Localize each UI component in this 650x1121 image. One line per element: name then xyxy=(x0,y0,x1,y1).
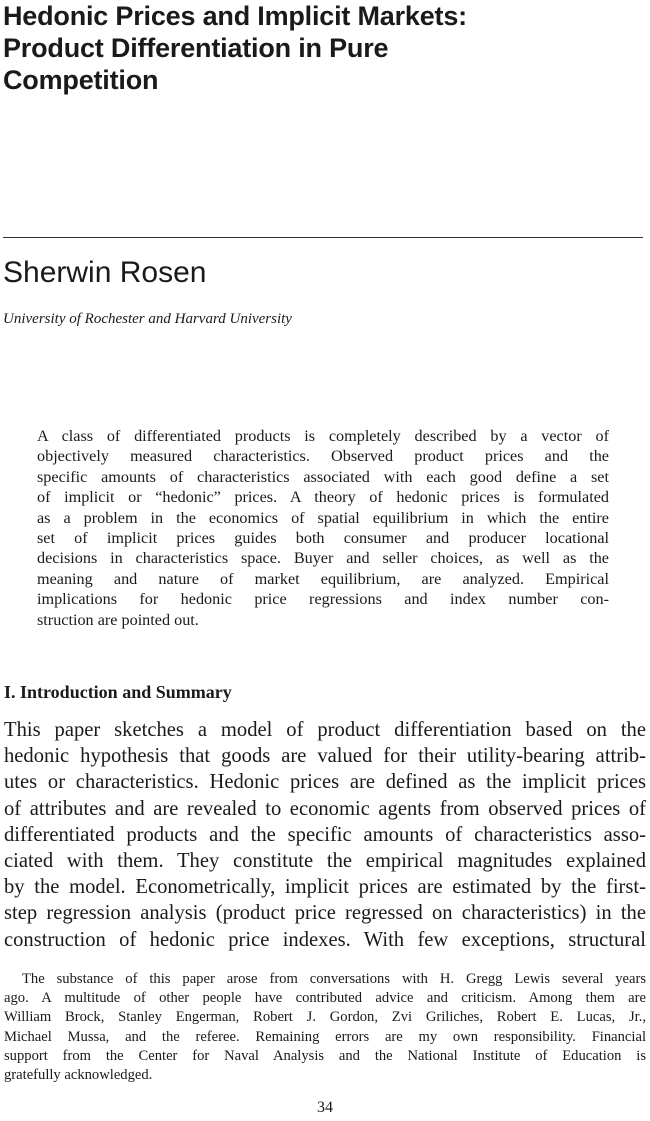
body-line: ciated with them. They constitute the em… xyxy=(4,850,646,873)
body-line: This paper sketches a model of product d… xyxy=(4,719,646,741)
abstract-line: set of implicit prices guides both consu… xyxy=(37,529,609,548)
abstract-line: A class of differentiated products is co… xyxy=(37,427,609,445)
title-line: Product Differentiation in Pure xyxy=(3,33,389,63)
abstract-line: struction are pointed out. xyxy=(37,610,199,629)
body-line: differentiated products and the specific… xyxy=(4,823,646,846)
abstract: A class of differentiated products is co… xyxy=(37,426,609,630)
title-line: Competition xyxy=(3,65,159,95)
body-line: hedonic hypothesis that goods are valued… xyxy=(4,745,646,768)
abstract-line: objectively measured characteristics. Ob… xyxy=(37,447,609,466)
author-name: Sherwin Rosen xyxy=(3,256,207,289)
abstract-line: implications for hedonic price regressio… xyxy=(37,590,609,609)
body-line: construction of hedonic price indexes. W… xyxy=(4,928,646,951)
body-line: step regression analysis (product price … xyxy=(4,902,646,925)
footnote-line: gratefully acknowledged. xyxy=(4,1067,153,1084)
footnote-line: Michael Mussa, and the referee. Remainin… xyxy=(4,1028,646,1045)
section-heading: I. Introduction and Summary xyxy=(4,682,232,702)
footnote-line: William Brock, Stanley Engerman, Robert … xyxy=(4,1009,646,1026)
journal-page: Hedonic Prices and Implicit Markets: Pro… xyxy=(0,0,650,1121)
title-divider xyxy=(3,237,643,238)
section-body: This paper sketches a model of product d… xyxy=(4,717,646,953)
article-title: Hedonic Prices and Implicit Markets: Pro… xyxy=(3,0,603,96)
abstract-line: as a problem in the economics of spatial… xyxy=(37,508,609,527)
page-number: 34 xyxy=(317,1099,333,1116)
body-line: of attributes and are revealed to econom… xyxy=(4,797,646,820)
body-line: utes or characteristics. Hedonic prices … xyxy=(4,771,646,794)
abstract-line: of implicit or “hedonic” prices. A theor… xyxy=(37,488,609,507)
abstract-line: meaning and nature of market equilibrium… xyxy=(37,569,609,588)
footnote-line: ago. A multitude of other people have co… xyxy=(4,990,646,1007)
author-affiliation: University of Rochester and Harvard Univ… xyxy=(3,311,292,327)
abstract-line: decisions in characteristics space. Buye… xyxy=(37,549,609,568)
abstract-line: specific amounts of characteristics asso… xyxy=(37,467,609,486)
body-line: by the model. Econometrically, implicit … xyxy=(4,876,646,899)
title-line: Hedonic Prices and Implicit Markets: xyxy=(3,1,467,31)
footnote-line: support from the Center for Naval Analys… xyxy=(4,1047,646,1064)
footnote-line: The substance of this paper arose from c… xyxy=(22,971,646,987)
acknowledgment-footnote: The substance of this paper arose from c… xyxy=(4,970,646,1085)
